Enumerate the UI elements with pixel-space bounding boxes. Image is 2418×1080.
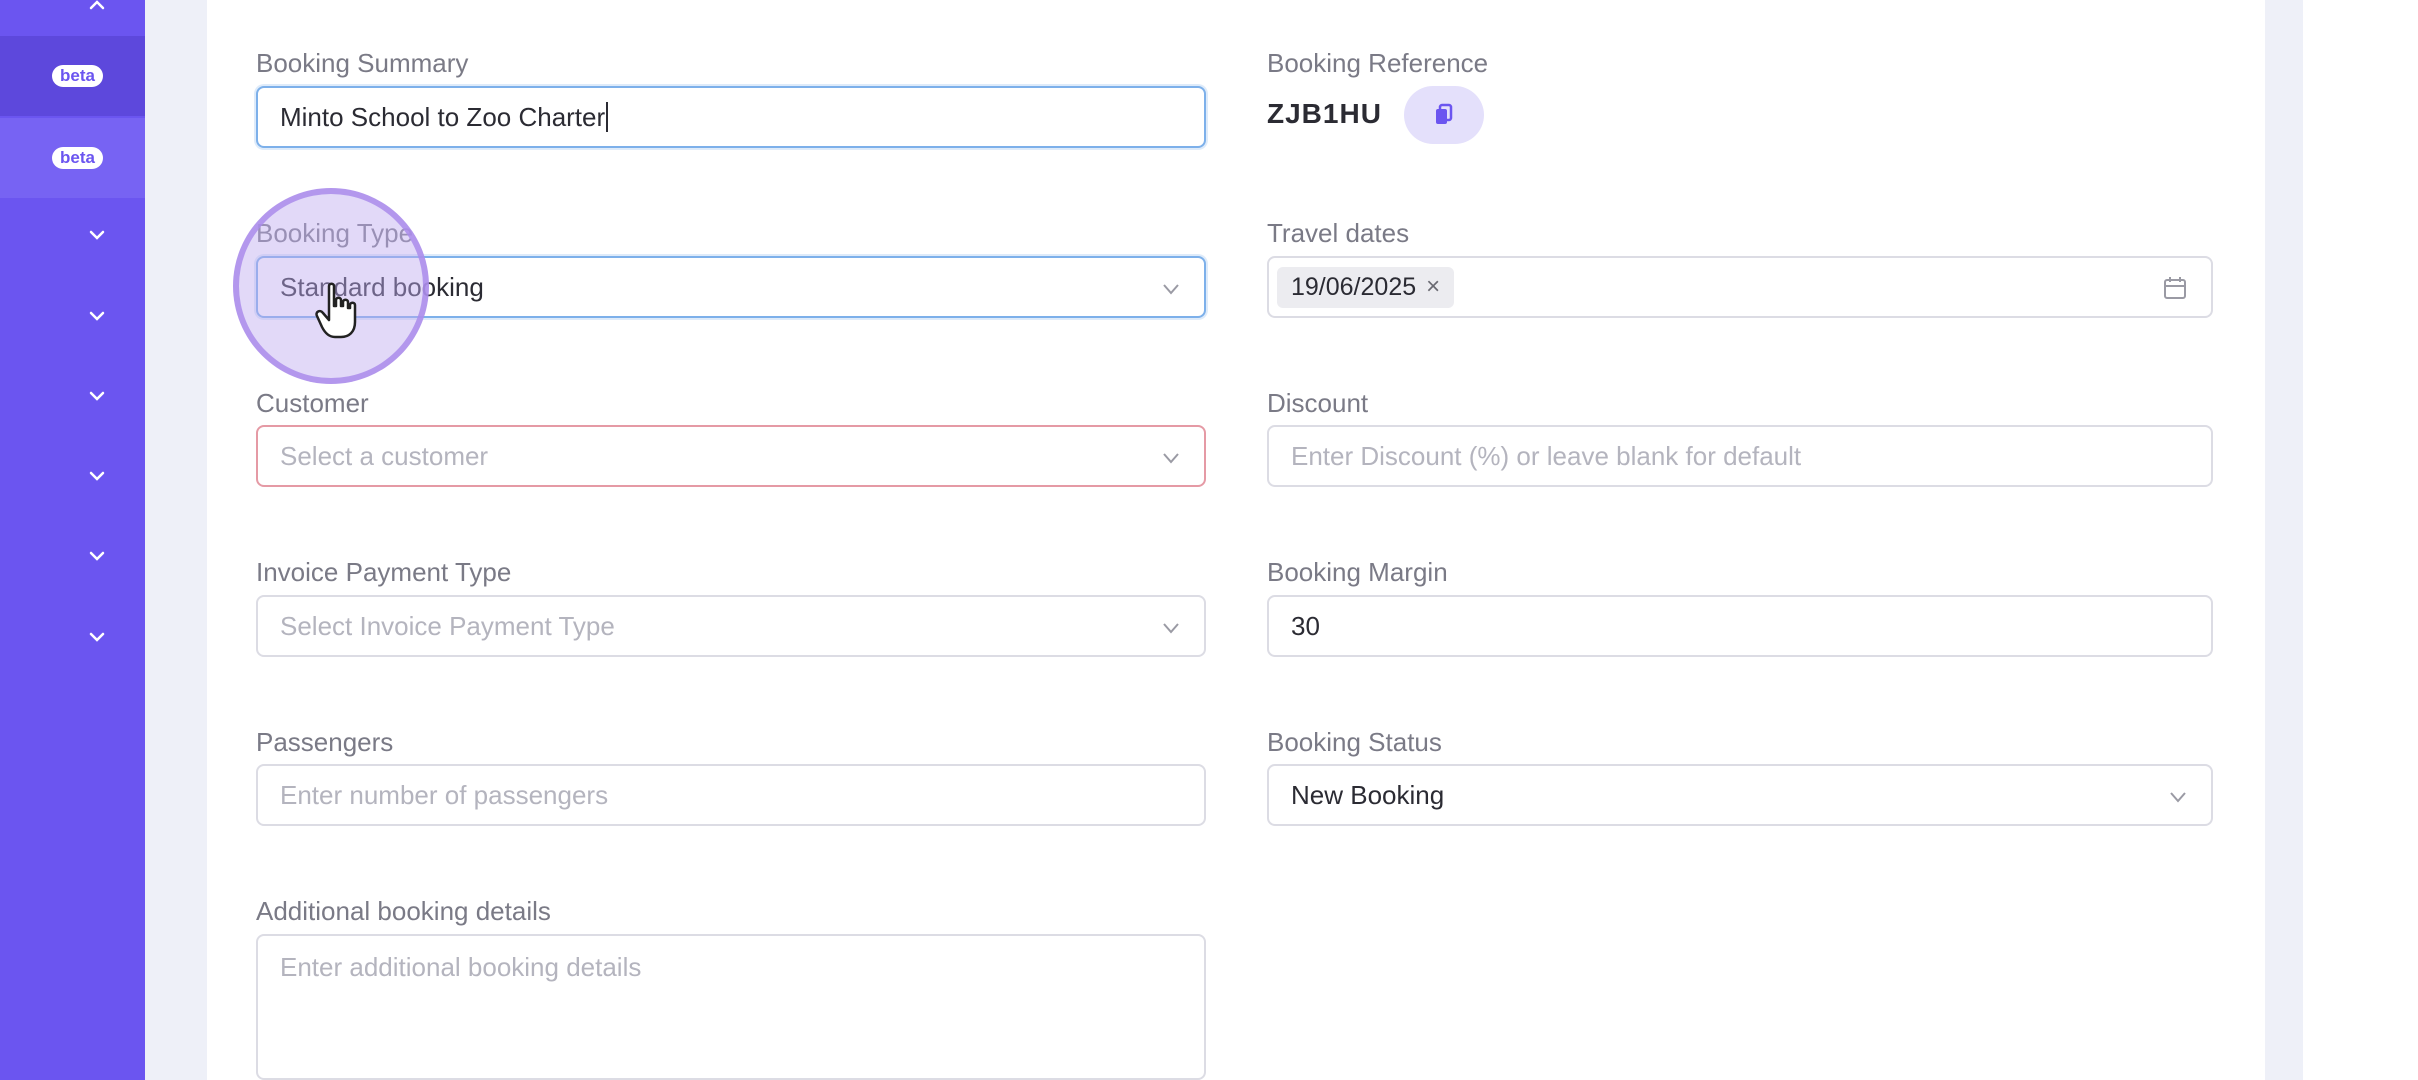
booking-status-select[interactable]: New Booking [1267,764,2213,826]
beta-badge: beta [52,65,103,87]
chevron-down-icon[interactable] [86,465,108,487]
copy-reference-button[interactable] [1404,86,1484,144]
booking-summary-input[interactable]: Minto School to Zoo Charter [256,86,1206,148]
customer-select[interactable]: Select a customer [256,425,1206,487]
discount-input[interactable]: Enter Discount (%) or leave blank for de… [1267,425,2213,487]
beta-badge: beta [52,147,103,169]
chevron-down-icon[interactable] [86,385,108,407]
sidebar-item-beta-2[interactable]: beta [0,118,145,198]
calendar-icon[interactable] [2161,274,2189,302]
additional-details-textarea[interactable]: Enter additional booking details [256,934,1206,1080]
booking-summary-value: Minto School to Zoo Charter [280,101,606,132]
chevron-down-icon[interactable] [86,626,108,648]
booking-reference-label: Booking Reference [1267,48,1489,78]
booking-margin-label: Booking Margin [1267,557,1448,587]
chevron-down-icon[interactable] [86,224,108,246]
additional-details-label: Additional booking details [256,896,551,926]
sidebar-item-beta-1[interactable]: beta [0,36,145,116]
date-chip: 19/06/2025 × [1277,266,1455,308]
booking-reference-value: ZJB1HU [1267,98,1382,129]
passengers-label: Passengers [256,727,394,757]
right-panel [2303,0,2418,1080]
chevron-down-icon [1163,623,1179,634]
booking-status-label: Booking Status [1267,727,1442,757]
invoice-payment-type-label: Invoice Payment Type [256,557,512,587]
text-caret [606,102,609,132]
copy-icon [1436,103,1453,124]
chevron-down-icon [1163,284,1179,295]
chevron-down-icon[interactable] [86,545,108,567]
remove-date-icon[interactable]: × [1426,273,1440,301]
customer-placeholder: Select a customer [280,440,489,471]
invoice-payment-type-select[interactable]: Select Invoice Payment Type [256,595,1206,657]
booking-status-value: New Booking [1291,779,1445,810]
chevron-up-icon[interactable] [86,0,108,16]
customer-label: Customer [256,388,369,418]
chevron-down-icon[interactable] [86,305,108,327]
passengers-input[interactable]: Enter number of passengers [256,764,1206,826]
passengers-placeholder: Enter number of passengers [280,779,609,810]
date-chip-value: 19/06/2025 [1291,272,1417,301]
travel-dates-input[interactable]: 19/06/2025 × [1267,256,2213,318]
chevron-down-icon [2170,792,2186,803]
hand-pointer-icon [315,282,357,339]
travel-dates-label: Travel dates [1267,218,1410,248]
discount-label: Discount [1267,388,1369,418]
booking-margin-input[interactable]: 30 [1267,595,2213,657]
chevron-down-icon [1163,453,1179,464]
sidebar: beta beta [0,0,145,1080]
booking-summary-label: Booking Summary [256,48,469,78]
invoice-payment-type-placeholder: Select Invoice Payment Type [280,610,615,641]
booking-margin-value: 30 [1291,610,1320,641]
additional-details-placeholder: Enter additional booking details [280,952,642,982]
discount-placeholder: Enter Discount (%) or leave blank for de… [1291,440,1802,471]
